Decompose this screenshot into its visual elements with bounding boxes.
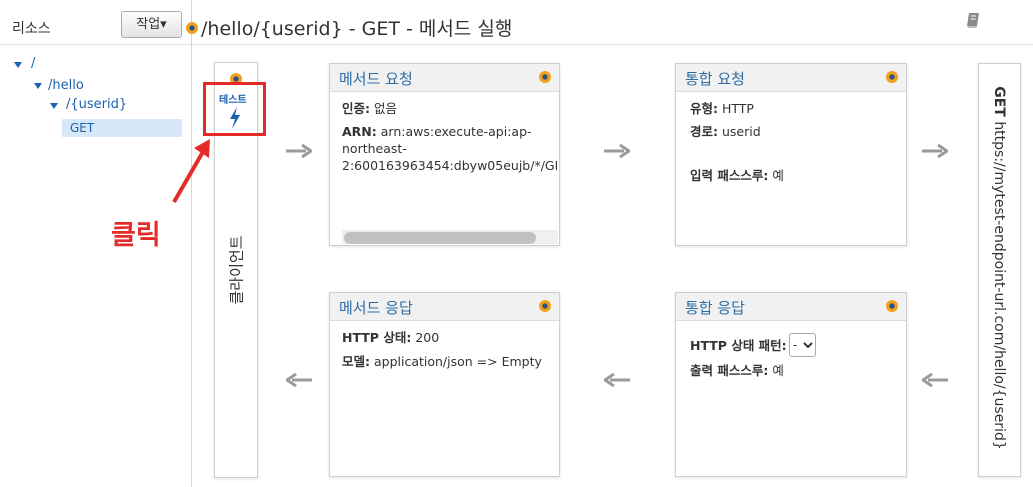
method-response-dot-icon (539, 300, 551, 312)
status-pattern-select[interactable]: - (789, 333, 816, 357)
integration-response-title[interactable]: 통합 응답 (685, 297, 745, 318)
tree-item-userid[interactable]: /{userid} (66, 97, 127, 112)
integration-request-dot-icon (886, 71, 898, 83)
method-response-panel: 메서드 응답 HTTP 상태: 200 모델: application/json… (329, 292, 560, 477)
type-value: HTTP (721, 101, 754, 116)
arrow-right-icon (922, 144, 948, 158)
arrow-left-icon (604, 373, 630, 387)
http-status-value: 200 (415, 330, 440, 345)
tree-item-root[interactable]: / (31, 56, 35, 71)
client-label: 클라이언트 (227, 235, 246, 305)
status-pattern-value: - (793, 338, 798, 352)
output-passthrough-value: 예 (772, 363, 784, 378)
path-label: 경로: (690, 124, 718, 139)
panel-toggle-icon[interactable] (186, 22, 198, 34)
method-response-title[interactable]: 메서드 응답 (339, 297, 413, 318)
input-passthrough-label: 입력 패스스루: (690, 168, 769, 183)
expand-hello-icon[interactable] (34, 83, 42, 89)
integration-response-panel: 통합 응답 HTTP 상태 패턴: - 출력 패스스루: 예 (675, 292, 907, 477)
method-request-title[interactable]: 메서드 요청 (339, 68, 413, 89)
integration-request-panel: 통합 요청 유형: HTTP 경로: userid 입력 패스스루: 예 (675, 63, 907, 246)
path-value: userid (721, 124, 761, 139)
integration-request-body: 유형: HTTP 경로: userid 입력 패스스루: 예 (690, 100, 900, 184)
arrow-right-icon (604, 144, 630, 158)
resources-panel (0, 0, 192, 487)
endpoint-url: https://mytest-endpoint-url.com/hello/{u… (991, 121, 1007, 450)
scrollbar-thumb[interactable] (344, 232, 536, 244)
page-title: /hello/{userid} - GET - 메서드 실행 (201, 18, 513, 40)
method-request-header[interactable]: 메서드 요청 (330, 64, 559, 92)
arrow-left-icon (286, 373, 312, 387)
arrow-right-icon (286, 144, 312, 158)
method-request-dot-icon (539, 71, 551, 83)
output-passthrough-row: 출력 패스스루: 예 (690, 362, 784, 379)
method-response-header[interactable]: 메서드 응답 (330, 293, 559, 321)
endpoint-method: GET (991, 86, 1007, 117)
integration-response-dot-icon (886, 300, 898, 312)
expand-root-icon[interactable] (14, 62, 22, 68)
expand-userid-icon[interactable] (50, 103, 58, 109)
resources-title: 리소스 (12, 21, 51, 37)
model-label: 모델: (342, 354, 370, 369)
chevron-down-icon (803, 342, 813, 349)
input-passthrough-value: 예 (772, 168, 784, 183)
arn-label: ARN: (342, 124, 377, 139)
arrow-left-icon (922, 373, 948, 387)
output-passthrough-label: 출력 패스스루: (690, 363, 769, 378)
left-divider (0, 44, 191, 45)
arn-value-line2: northeast- (342, 141, 407, 156)
tree-item-hello[interactable]: /hello (48, 78, 84, 93)
model-value: application/json => Empty (373, 354, 542, 369)
integration-response-header[interactable]: 통합 응답 (676, 293, 906, 321)
annotation-arrow-icon (172, 139, 210, 203)
integration-request-title[interactable]: 통합 요청 (685, 68, 745, 89)
method-request-panel: 메서드 요청 인증: 없음 ARN: arn:aws:execute-api:a… (329, 63, 560, 246)
header-divider (192, 44, 1033, 45)
arn-value: arn:aws:execute-api:ap- (380, 124, 532, 139)
integration-request-header[interactable]: 통합 요청 (676, 64, 906, 92)
auth-label: 인증: (342, 101, 370, 116)
auth-value: 없음 (373, 101, 397, 116)
type-label: 유형: (690, 101, 718, 116)
endpoint-label: GET https://mytest-endpoint-url.com/hell… (991, 86, 1007, 450)
http-status-label: HTTP 상태: (342, 330, 412, 345)
actions-button[interactable]: 작업▾ (121, 11, 182, 38)
status-pattern-text: HTTP 상태 패턴: (690, 338, 787, 353)
click-annotation: 클릭 (111, 220, 161, 251)
test-button[interactable] (203, 82, 266, 136)
method-request-body: 인증: 없음 ARN: arn:aws:execute-api:ap- nort… (342, 100, 557, 174)
method-response-body: HTTP 상태: 200 모델: application/json => Emp… (342, 329, 557, 370)
arn-value-line3: 2:600163963454:dbyw05eujb/*/GET/he (342, 158, 557, 173)
status-pattern-label: HTTP 상태 패턴: (690, 337, 787, 354)
tree-item-get[interactable]: GET (62, 119, 182, 137)
book-icon[interactable] (964, 11, 982, 29)
